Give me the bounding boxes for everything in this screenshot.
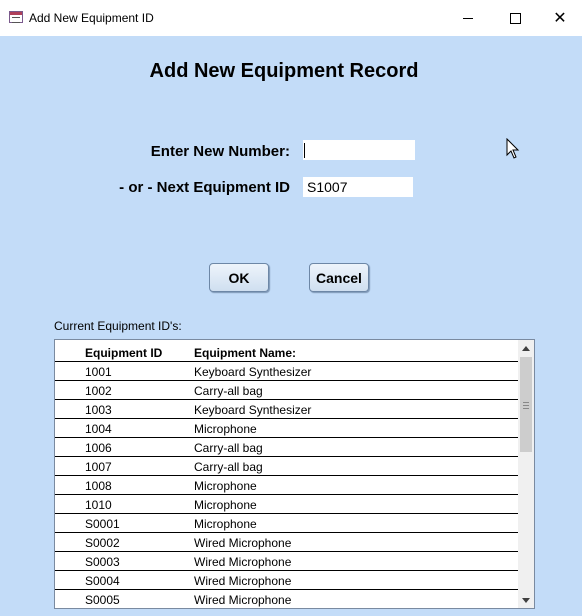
list-item[interactable]: S0004 Wired Microphone: [55, 571, 518, 590]
equipment-id: 1006: [85, 441, 112, 455]
equipment-id: S0001: [85, 517, 120, 531]
equipment-name: Carry-all bag: [194, 460, 263, 474]
list-item[interactable]: 1006 Carry-all bag: [55, 438, 518, 457]
list-item[interactable]: S0001 Microphone: [55, 514, 518, 533]
list-item[interactable]: 1001 Keyboard Synthesizer: [55, 362, 518, 381]
close-button[interactable]: ✕: [537, 0, 582, 36]
next-id-label: - or - Next Equipment ID: [119, 179, 290, 196]
scroll-up-icon: [522, 345, 530, 351]
app-form-icon: [9, 11, 23, 23]
equipment-name: Microphone: [194, 479, 257, 493]
list-item[interactable]: 1007 Carry-all bag: [55, 457, 518, 476]
close-icon: ✕: [553, 10, 567, 27]
column-header-equipment-name: Equipment Name:: [194, 346, 297, 360]
equipment-id: 1008: [85, 479, 112, 493]
equipment-name: Microphone: [194, 498, 257, 512]
equipment-listbox[interactable]: Equipment ID Equipment Name: 1001 Keyboar…: [54, 339, 535, 609]
list-header-row: Equipment ID Equipment Name:: [55, 343, 518, 362]
scroll-down-icon: [522, 597, 530, 603]
equipment-id: 1007: [85, 460, 112, 474]
window-title: Add New Equipment ID: [29, 11, 154, 25]
equipment-name: Wired Microphone: [194, 555, 292, 569]
equipment-id: 1002: [85, 384, 112, 398]
list-item[interactable]: S0005 Wired Microphone: [55, 590, 518, 608]
list-item[interactable]: S0002 Wired Microphone: [55, 533, 518, 552]
equipment-name: Keyboard Synthesizer: [194, 403, 312, 417]
next-id-input[interactable]: [303, 177, 413, 197]
text-caret: [304, 143, 305, 158]
minimize-icon: [463, 17, 473, 19]
equipment-name: Keyboard Synthesizer: [194, 365, 312, 379]
equipment-id: S0003: [85, 555, 120, 569]
list-item[interactable]: 1002 Carry-all bag: [55, 381, 518, 400]
equipment-name: Carry-all bag: [194, 441, 263, 455]
equipment-name: Wired Microphone: [194, 593, 292, 607]
form-heading: Add New Equipment Record: [149, 60, 419, 82]
scroll-down-button[interactable]: [518, 592, 534, 608]
equipment-name: Carry-all bag: [194, 384, 263, 398]
equipment-id: 1004: [85, 422, 112, 436]
list-item[interactable]: 1003 Keyboard Synthesizer: [55, 400, 518, 419]
list-caption: Current Equipment ID's:: [54, 319, 182, 333]
title-bar: Add New Equipment ID ✕: [0, 0, 582, 36]
mouse-cursor-icon: [506, 138, 520, 159]
equipment-id: 1003: [85, 403, 112, 417]
column-header-equipment-id: Equipment ID: [85, 346, 163, 360]
new-number-label: Enter New Number:: [150, 143, 290, 160]
maximize-icon: [509, 12, 521, 24]
list-item[interactable]: 1004 Microphone: [55, 419, 518, 438]
equipment-id: 1010: [85, 498, 112, 512]
equipment-id: S0005: [85, 593, 120, 607]
list-item[interactable]: 1008 Microphone: [55, 476, 518, 495]
new-number-input[interactable]: [303, 140, 415, 160]
equipment-id: 1001: [85, 365, 112, 379]
maximize-button[interactable]: [492, 0, 538, 36]
scroll-thumb[interactable]: [520, 357, 532, 452]
list-item[interactable]: 1010 Microphone: [55, 495, 518, 514]
grip-icon: [523, 402, 529, 409]
vertical-scrollbar[interactable]: [518, 340, 534, 608]
equipment-id: S0004: [85, 574, 120, 588]
scroll-up-button[interactable]: [518, 340, 534, 356]
list-item[interactable]: S0003 Wired Microphone: [55, 552, 518, 571]
equipment-name: Microphone: [194, 422, 257, 436]
cancel-button[interactable]: Cancel: [309, 263, 369, 292]
equipment-name: Wired Microphone: [194, 574, 292, 588]
ok-button[interactable]: OK: [209, 263, 269, 292]
equipment-name: Microphone: [194, 517, 257, 531]
equipment-id: S0002: [85, 536, 120, 550]
minimize-button[interactable]: [445, 0, 491, 36]
equipment-name: Wired Microphone: [194, 536, 292, 550]
